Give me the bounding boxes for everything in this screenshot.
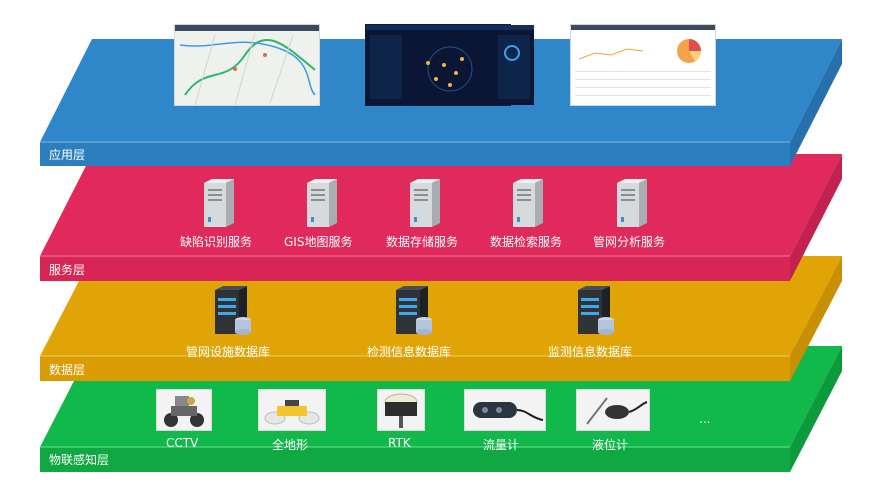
flowmeter-image (464, 389, 546, 431)
device-label: 全地形 (272, 438, 309, 452)
service-layer (40, 154, 842, 281)
database-server-icon (215, 286, 251, 335)
server-icon (617, 179, 647, 227)
database-server-icon (396, 286, 432, 335)
cctv-robot-image (156, 389, 212, 431)
iot-layer-title: 物联感知层 (49, 453, 110, 467)
database-label: 监测信息数据库 (548, 345, 633, 359)
application-layer-title: 应用层 (49, 148, 86, 162)
database-label: 检测信息数据库 (367, 345, 452, 359)
server-icon (410, 179, 440, 227)
device-label: CCTV (166, 436, 199, 450)
rtk-receiver-image (377, 389, 425, 431)
all-terrain-robot-image (258, 389, 326, 431)
data-layer-title: 数据层 (49, 363, 86, 377)
more-devices-ellipsis: ... (699, 412, 711, 426)
gis-map-screenshot (174, 24, 320, 106)
device-label: 液位计 (592, 438, 629, 452)
server-icon (513, 179, 543, 227)
service-label: GIS地图服务 (284, 235, 353, 249)
service-label: 管网分析服务 (593, 235, 666, 249)
device-label: 流量计 (483, 438, 520, 452)
service-label: 缺陷识别服务 (180, 235, 253, 249)
dashboard-screenshot (365, 24, 534, 106)
report-screenshot (570, 24, 716, 106)
device-label: RTK (388, 436, 411, 450)
level-gauge-image (576, 389, 650, 431)
service-label: 数据存储服务 (386, 235, 459, 249)
database-server-icon (578, 286, 614, 335)
server-icon (204, 179, 234, 227)
service-layer-title: 服务层 (49, 263, 86, 277)
service-label: 数据检索服务 (490, 235, 563, 249)
server-icon (307, 179, 337, 227)
database-label: 管网设施数据库 (186, 345, 271, 359)
